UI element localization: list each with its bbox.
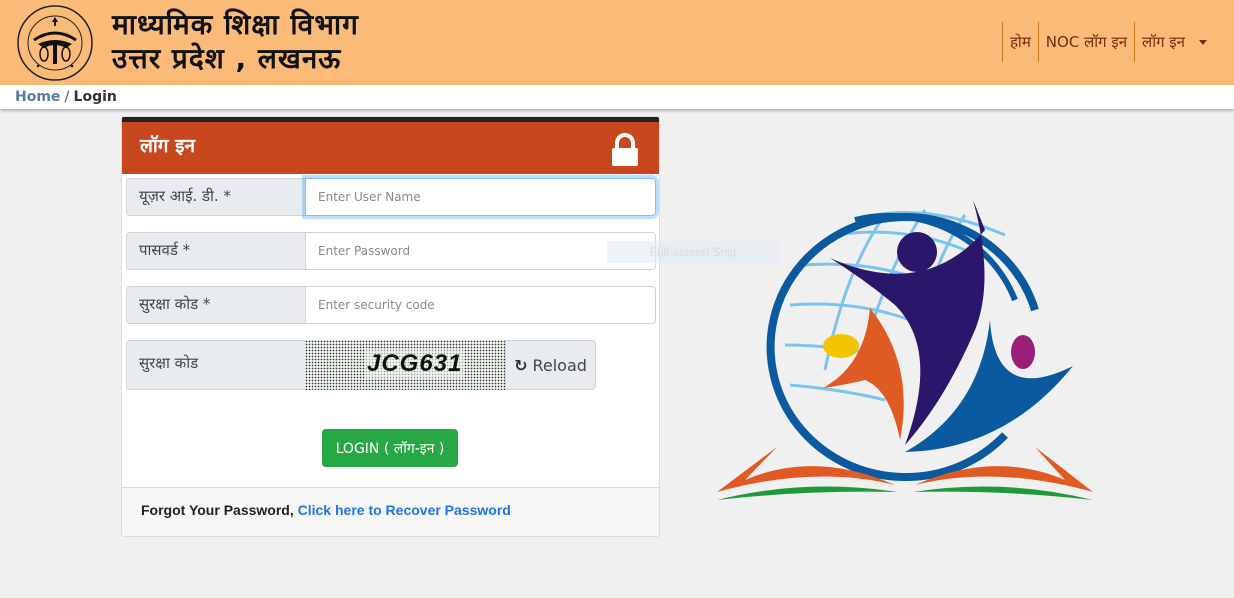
refresh-icon: ↻: [514, 355, 528, 375]
captcha-code: JCG631: [365, 350, 465, 378]
user-id-label: यूज़र आई. डी. *: [126, 178, 305, 216]
captcha-reload-button[interactable]: ↻ Reload: [505, 340, 596, 390]
password-input[interactable]: [305, 232, 656, 270]
reload-label: Reload: [532, 355, 587, 375]
top-nav: होम NOC लॉग इन लॉग इन: [1001, 22, 1214, 62]
captcha-image: JCG631: [305, 340, 505, 390]
breadcrumb-home-link[interactable]: Home: [15, 89, 60, 105]
password-row: पासवर्ड *: [126, 232, 656, 270]
site-title: माध्यमिक शिक्षा विभाग उत्तर प्रदेश , लखन…: [112, 8, 359, 76]
password-label: पासवर्ड *: [126, 232, 305, 270]
nav-login-dropdown[interactable]: लॉग इन: [1134, 22, 1214, 62]
security-code-label: सुरक्षा कोड *: [126, 286, 305, 324]
nav-home[interactable]: होम: [1001, 22, 1038, 62]
login-card-header: लॉग इन: [122, 117, 659, 174]
login-button[interactable]: LOGIN ( लॉग-इन ): [322, 429, 458, 467]
login-card: लॉग इन यूज़र आई. डी. * पासवर्ड * सुरक्षा…: [121, 116, 660, 537]
nav-noc-login-label: NOC लॉग इन: [1045, 33, 1128, 51]
site-header: माध्यमिक शिक्षा विभाग उत्तर प्रदेश , लखन…: [0, 0, 1234, 85]
forgot-password-text: Forgot Your Password,: [141, 502, 294, 518]
nav-noc-login[interactable]: NOC लॉग इन: [1037, 22, 1134, 62]
book-left-green: [717, 486, 897, 500]
caret-down-icon: [1199, 39, 1207, 45]
site-title-line2: उत्तर प्रदेश , लखनऊ: [112, 42, 342, 75]
captcha-label: सुरक्षा कोड: [126, 340, 305, 390]
site-title-line1: माध्यमिक शिक्षा विभाग: [112, 8, 359, 41]
breadcrumb-separator: /: [64, 89, 70, 105]
security-code-input[interactable]: [305, 286, 656, 324]
education-logo-image: [717, 200, 1093, 500]
lock-icon: [612, 133, 638, 166]
breadcrumb-current: Login: [73, 89, 117, 105]
breadcrumb-bar: Home / Login: [0, 85, 1234, 109]
nav-home-label: होम: [1009, 33, 1031, 51]
security-code-row: सुरक्षा कोड *: [126, 286, 656, 324]
login-card-footer: Forgot Your Password, Click here to Reco…: [122, 487, 659, 536]
captcha-row: सुरक्षा कोड JCG631 ↻ Reload: [126, 340, 656, 390]
user-id-row: यूज़र आई. डी. *: [126, 178, 656, 216]
breadcrumb: Home / Login: [15, 89, 117, 105]
recover-password-link[interactable]: Click here to Recover Password: [298, 502, 511, 518]
up-government-emblem-icon: [17, 5, 93, 81]
book-right-green: [913, 486, 1093, 500]
nav-login-label: लॉग इन: [1142, 33, 1185, 51]
user-id-input[interactable]: [305, 178, 656, 216]
login-card-title: लॉग इन: [140, 135, 195, 157]
